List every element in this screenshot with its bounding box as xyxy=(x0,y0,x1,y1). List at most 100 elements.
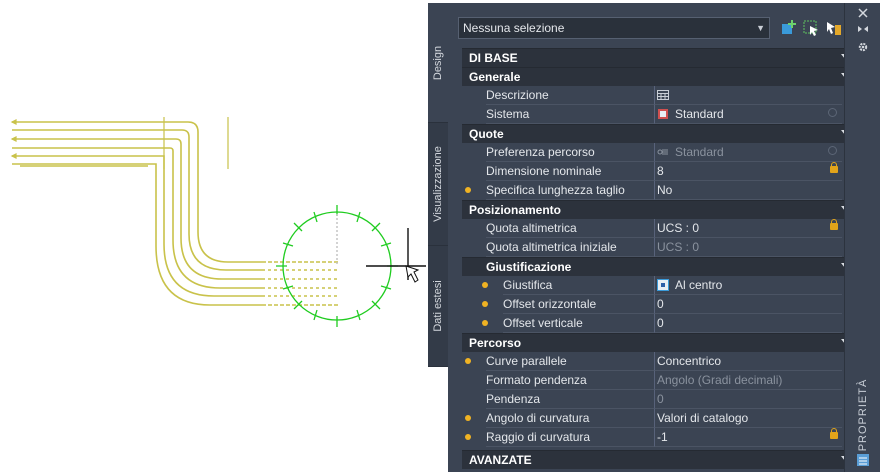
prop-value[interactable]: Standard xyxy=(654,105,842,124)
routing-icon xyxy=(657,149,668,155)
section-giustificazione-label: Giustificazione xyxy=(486,260,572,274)
prop-value[interactable] xyxy=(654,86,842,105)
prop-label: Quota altimetrica xyxy=(486,219,654,238)
close-icon[interactable] xyxy=(857,7,869,19)
lock-icon[interactable] xyxy=(830,428,838,439)
prop-quota-altimetrica[interactable]: Quota altimetrica UCS : 0 xyxy=(462,219,857,238)
section-di-base[interactable]: DI BASE xyxy=(462,48,857,67)
raggio-value: -1 xyxy=(657,430,668,444)
toggle-pickadd-icon[interactable] xyxy=(824,19,842,37)
prop-value[interactable]: Angolo (Gradi decimali) xyxy=(654,371,842,390)
prop-offset-verticale[interactable]: Offset verticale 0 xyxy=(462,314,857,333)
justification-center-icon xyxy=(657,279,669,291)
prop-value[interactable]: UCS : 0 xyxy=(654,219,842,238)
required-star-icon xyxy=(482,320,488,326)
prop-label: Offset verticale xyxy=(503,314,654,333)
prop-label: Pendenza xyxy=(486,390,654,409)
prop-label: Preferenza percorso xyxy=(486,143,654,162)
prop-formato-pendenza[interactable]: Formato pendenza Angolo (Gradi decimali) xyxy=(462,371,857,390)
required-star-icon xyxy=(465,358,471,364)
system-icon xyxy=(658,109,668,119)
prop-value[interactable]: 0 xyxy=(654,314,842,333)
properties-main: Nessuna selezione ▼ DI BASE Generale Des… xyxy=(448,3,857,472)
prop-sistema[interactable]: Sistema Standard xyxy=(462,105,857,124)
palette-titlebar[interactable]: PROPRIETÀ xyxy=(844,3,880,472)
properties-palette: Design Visualizzazione Dati estesi Nessu… xyxy=(428,3,880,472)
prop-specifica-lunghezza[interactable]: Specifica lunghezza taglio No xyxy=(462,181,857,200)
required-star-icon xyxy=(482,282,488,288)
prop-label: Formato pendenza xyxy=(486,371,654,390)
prop-value[interactable]: Concentrico xyxy=(654,352,842,371)
search-icon[interactable] xyxy=(828,108,837,117)
prop-preferenza-percorso[interactable]: Preferenza percorso Standard xyxy=(462,143,857,162)
prop-value[interactable]: 0 xyxy=(654,390,842,409)
section-avanzate-label: AVANZATE xyxy=(469,453,532,467)
section-generale[interactable]: Generale xyxy=(462,67,857,86)
tab-design[interactable]: Design xyxy=(428,3,448,123)
prop-label: Offset orizzontale xyxy=(503,295,654,314)
prop-label: Sistema xyxy=(486,105,654,124)
required-star-icon xyxy=(482,301,488,307)
prop-value[interactable]: Valori di catalogo xyxy=(654,409,842,428)
palette-title: PROPRIETÀ xyxy=(857,378,869,452)
tab-design-label: Design xyxy=(432,45,444,80)
tab-dati-estesi[interactable]: Dati estesi xyxy=(428,246,448,367)
section-generale-label: Generale xyxy=(469,70,521,84)
search-icon[interactable] xyxy=(828,146,837,155)
sistema-value: Standard xyxy=(675,107,724,121)
giustifica-value: Al centro xyxy=(675,278,723,292)
tab-dati-estesi-label: Dati estesi xyxy=(432,280,444,332)
tab-visualizzazione[interactable]: Visualizzazione xyxy=(428,123,448,246)
section-posizionamento[interactable]: Posizionamento xyxy=(462,200,857,219)
quick-select-icon[interactable] xyxy=(802,19,820,37)
prop-value[interactable]: Standard xyxy=(654,143,842,162)
prop-descrizione[interactable]: Descrizione xyxy=(462,86,857,105)
prop-value[interactable]: 0 xyxy=(654,295,842,314)
section-avanzate[interactable]: AVANZATE xyxy=(462,450,857,469)
prop-label: Quota altimetrica iniziale xyxy=(486,238,654,257)
parallel-pipe-routes[interactable] xyxy=(12,121,338,306)
crosshair-cursor xyxy=(336,214,426,283)
required-star-icon xyxy=(465,187,471,193)
prop-value[interactable]: UCS : 0 xyxy=(654,238,842,257)
section-quote[interactable]: Quote xyxy=(462,124,857,143)
prop-label: Descrizione xyxy=(486,86,654,105)
prop-value[interactable]: No xyxy=(654,181,842,200)
dimensione-value: 8 xyxy=(657,164,664,178)
prop-quota-iniziale[interactable]: Quota altimetrica iniziale UCS : 0 xyxy=(462,238,857,257)
palette-tabs: Design Visualizzazione Dati estesi xyxy=(428,3,448,367)
prop-dimensione-nominale[interactable]: Dimensione nominale 8 xyxy=(462,162,857,181)
prop-curve-parallele[interactable]: Curve parallele Concentrico xyxy=(462,352,857,371)
prop-value[interactable]: Al centro xyxy=(654,276,842,295)
prop-value[interactable]: -1 xyxy=(654,428,842,447)
prop-pendenza[interactable]: Pendenza 0 xyxy=(462,390,857,409)
gear-icon[interactable] xyxy=(857,41,869,53)
tab-visualizzazione-label: Visualizzazione xyxy=(432,146,444,222)
prop-label: Curve parallele xyxy=(486,352,654,371)
table-icon xyxy=(657,90,669,100)
required-star-icon xyxy=(465,434,471,440)
section-percorso-label: Percorso xyxy=(469,336,522,350)
preferenza-value: Standard xyxy=(675,145,724,159)
selection-dropdown[interactable]: Nessuna selezione ▼ xyxy=(458,17,770,39)
chevron-down-icon: ▼ xyxy=(756,23,765,33)
prop-raggio-curvatura[interactable]: Raggio di curvatura -1 xyxy=(462,428,857,447)
lock-icon[interactable] xyxy=(830,162,838,173)
lock-icon[interactable] xyxy=(830,219,838,230)
prop-label: Giustifica xyxy=(503,276,654,295)
prop-offset-orizzontale[interactable]: Offset orizzontale 0 xyxy=(462,295,857,314)
add-selection-icon[interactable] xyxy=(780,19,798,37)
prop-label: Angolo di curvatura xyxy=(486,409,654,428)
section-percorso[interactable]: Percorso xyxy=(462,333,857,352)
properties-palette-icon xyxy=(857,454,869,466)
prop-angolo-curvatura[interactable]: Angolo di curvatura Valori di catalogo xyxy=(462,409,857,428)
prop-value[interactable]: 8 xyxy=(654,162,842,181)
autohide-icon[interactable] xyxy=(857,23,869,35)
section-posizionamento-label: Posizionamento xyxy=(469,203,562,217)
section-giustificazione[interactable]: Giustificazione xyxy=(462,257,857,276)
selection-value: Nessuna selezione xyxy=(463,21,565,35)
prop-giustifica[interactable]: Giustifica Al centro xyxy=(462,276,857,295)
prop-label: Raggio di curvatura xyxy=(486,428,654,447)
prop-label: Dimensione nominale xyxy=(486,162,654,181)
section-quote-label: Quote xyxy=(469,127,504,141)
